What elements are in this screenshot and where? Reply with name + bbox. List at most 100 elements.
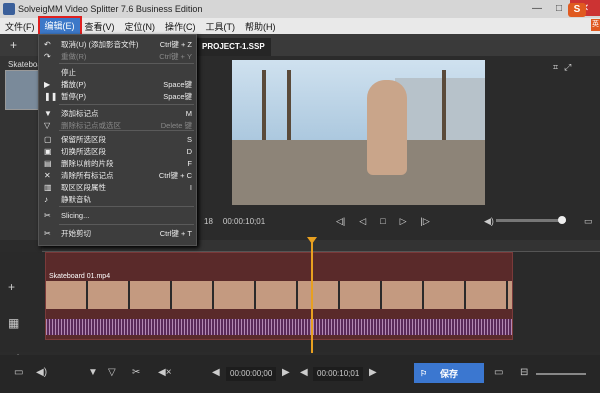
menu-item[interactable]: ↶ 取消(U) (添加影音文件) Ctrl键 + Z [39,39,198,50]
menu-item-label: 切换所选区段 [61,147,106,156]
tab-project[interactable]: PROJECT-1.SSP [196,38,271,56]
menu-item[interactable]: ♪ 静默音轨 [39,194,198,205]
mute-icon: ♪ [44,195,48,204]
next-frame-end-icon[interactable]: ▶ [369,367,377,378]
menu-item-shortcut: Space键 [163,80,192,89]
step-forward-icon[interactable]: ▷ [400,216,407,227]
remove-marker-icon[interactable]: ▽ [108,367,116,378]
menu-item-label: 清除所有标记点 [61,171,114,180]
playhead-handle[interactable] [307,237,317,244]
menu-separator [59,63,194,64]
media-panel: Skateboa [0,56,42,240]
add-track-icon[interactable]: + [8,280,21,294]
menu-file[interactable]: 文件(F) [0,20,40,33]
save-button[interactable]: ⚐ 保存 [414,363,484,383]
menu-item-shortcut: M [185,109,192,118]
current-time: 00:00:10;01 [222,216,266,226]
edit-menu-dropdown: ↶ 取消(U) (添加影音文件) Ctrl键 + Z ↷ 重做(R) Ctrl键 + Y 停… [38,34,197,246]
menu-item-shortcut: Ctrl键 + Y [159,52,192,61]
time-left: 18 [204,216,213,226]
audio-icon[interactable]: ◀) [36,367,47,378]
fullscreen-icon[interactable]: ⤢ [564,62,571,73]
menu-item-shortcut: F [187,159,192,168]
volume-icon[interactable]: ◀) [484,216,494,227]
mute-icon[interactable]: ◀× [158,367,172,378]
maximize-button[interactable]: □ [548,0,570,16]
start-time-field[interactable]: 00:00:00;00 [226,367,277,381]
end-time-field[interactable]: 00:00:10;01 [313,367,364,381]
keep-segment-icon: ▢ [44,135,52,144]
crop-icon[interactable]: ⌗ [553,62,558,73]
menu-item[interactable]: ✂ Slicing... [39,210,198,221]
zoom-slider[interactable] [536,373,586,375]
menu-item-label: 暂停(P) [61,92,86,101]
segment-props-icon: ▥ [44,183,52,192]
menu-tools[interactable]: 工具(T) [201,20,241,33]
menu-item-label: 添加标记点 [61,109,99,118]
menu-item[interactable]: ▶ 播放(P) Space键 [39,79,198,90]
menu-item-shortcut: Ctrl键 + Z [159,40,192,49]
next-frame-icon[interactable]: ▶ [282,367,290,378]
title-bar: SolveigMM Video Splitter 7.6 Business Ed… [0,0,600,18]
menu-separator [59,206,194,207]
menu-item[interactable]: ▣ 切换所选区段 D [39,146,198,157]
toggle-segment-icon: ▣ [44,147,52,156]
menu-item-label: 重做(R) [61,52,87,61]
prev-frame-end-icon[interactable]: ◀ [300,367,308,378]
menu-item[interactable]: ✕ 清除所有标记点 Ctrl键 + C [39,170,198,181]
player-controls: 18 00:00:10;01 ◁| ◁ □ ▷ |▷ ◀) ▭ [196,210,600,232]
menu-item-label: 停止 [61,68,76,77]
menu-item-label: 取区区段属性 [61,183,106,192]
menu-item-label: Slicing... [61,211,90,220]
brand-logo-icon: S [568,3,586,17]
step-back-icon[interactable]: ◁ [359,216,366,227]
playhead[interactable] [311,238,313,353]
marker-icon[interactable]: ▼ [88,367,98,378]
volume-slider[interactable] [496,216,566,224]
menu-actions[interactable]: 操作(C) [160,20,201,33]
next-marker-icon[interactable]: |▷ [421,216,430,227]
video-subject [367,80,407,175]
prev-marker-icon[interactable]: ◁| [336,216,345,227]
stop-icon[interactable]: □ [380,216,385,227]
timeline-clip[interactable]: Skateboard 01.mp4 [45,252,513,340]
clip-label: Skateboard 01.mp4 [49,273,111,280]
folder-icon[interactable]: ▭ [584,216,593,227]
redo-icon: ↷ [44,52,51,61]
menu-item-shortcut: Ctrl键 + T [159,229,192,238]
prev-frame-icon[interactable]: ◀ [212,367,220,378]
menu-item-label: 删除以前的片段 [61,159,114,168]
layout-icon[interactable]: ▭ [14,367,23,378]
video-track-icon[interactable]: ▦ [8,316,21,330]
menu-item[interactable]: ▥ 取区区段属性 I [39,182,198,193]
video-preview[interactable] [232,60,485,205]
zoom-icon[interactable]: ⊟ [520,367,528,378]
media-label: Skateboa [8,60,42,69]
menu-item[interactable]: 停止 [39,67,198,78]
play-icon: ▶ [44,80,51,89]
menu-item-label: 取消(U) (添加影音文件) [61,40,139,49]
menu-item[interactable]: ▤ 删除以前的片段 F [39,158,198,169]
clear-markers-icon: ✕ [44,171,51,180]
cut-icon[interactable]: ✂ [132,367,140,378]
menu-item[interactable]: ▢ 保留所选区段 S [39,134,198,145]
media-thumbnail[interactable] [5,70,39,110]
bottom-bar: ▭ ◀) ▼ ▽ ✂ ◀× ◀ 00:00:00;00 ▶ ◀ 00:00:10… [0,355,600,393]
menu-help[interactable]: 帮助(H) [240,20,281,33]
menu-navigate[interactable]: 定位(N) [120,20,161,33]
menu-item[interactable]: ▼ 添加标记点 M [39,108,198,119]
filmstrip [46,281,512,309]
output-folder-icon[interactable]: ▭ [494,367,503,378]
undo-icon: ↶ [44,40,51,49]
menu-item[interactable]: ❚❚ 暂停(P) Space键 [39,91,198,102]
menu-separator [59,224,194,225]
ime-indicator: 英 [591,19,600,31]
menu-item[interactable]: ✂ 开始剪切 Ctrl键 + T [39,228,198,239]
menu-view[interactable]: 查看(V) [80,20,120,33]
menu-item-label: 删除标记点或选区 [61,121,121,130]
menu-edit[interactable]: 编辑(E) [37,16,82,36]
timeline[interactable]: Skateboard 01.mp4 [0,252,600,352]
minimize-button[interactable]: — [526,0,548,16]
add-file-icon[interactable]: + [10,38,17,52]
add-marker-icon: ▼ [44,109,52,118]
